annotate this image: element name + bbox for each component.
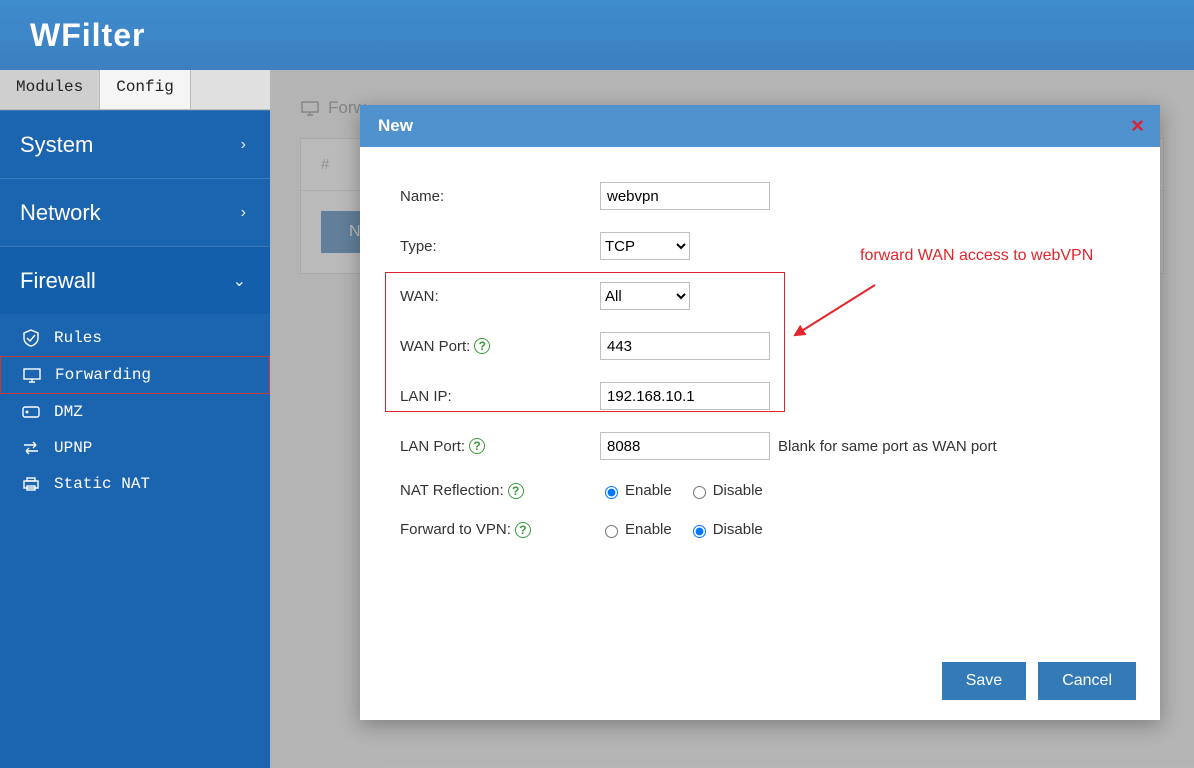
- modal-footer: Save Cancel: [360, 642, 1160, 720]
- help-icon[interactable]: ?: [508, 483, 524, 499]
- server-icon: [20, 403, 42, 421]
- modal-header: New ×: [360, 105, 1160, 147]
- sidebar-item-label: Rules: [54, 329, 102, 347]
- sidebar-item-static-nat[interactable]: Static NAT: [0, 466, 270, 502]
- radio-label: Enable: [625, 521, 672, 538]
- printer-icon: [20, 475, 42, 493]
- monitor-icon: [21, 366, 43, 384]
- label-text: NAT Reflection:: [400, 482, 504, 499]
- sidebar-item-rules[interactable]: Rules: [0, 320, 270, 356]
- help-icon[interactable]: ?: [474, 338, 490, 354]
- cancel-button[interactable]: Cancel: [1038, 662, 1136, 700]
- row-name: Name:: [400, 182, 1130, 210]
- row-lan-port: LAN Port: ? Blank for same port as WAN p…: [400, 432, 1130, 460]
- nav-network[interactable]: Network ›: [0, 178, 270, 246]
- nat-disable-option[interactable]: Disable: [688, 482, 763, 499]
- label-nat-reflection: NAT Reflection: ?: [400, 482, 600, 499]
- nav-system[interactable]: System ›: [0, 110, 270, 178]
- lan-ip-input[interactable]: [600, 382, 770, 410]
- type-select[interactable]: TCP: [600, 232, 690, 260]
- modal-title: New: [378, 116, 413, 136]
- row-wan-port: WAN Port: ?: [400, 332, 1130, 360]
- row-lan-ip: LAN IP:: [400, 382, 1130, 410]
- sidebar-item-label: DMZ: [54, 403, 83, 421]
- sidebar: Modules Config System › Network › Firewa…: [0, 70, 270, 768]
- nav-firewall-items: Rules Forwarding DMZ UPNP Static NAT: [0, 314, 270, 514]
- modal-body: Name: Type: TCP WAN: All WAN Port: ?: [360, 147, 1160, 642]
- sidebar-item-label: Forwarding: [55, 366, 151, 384]
- app-header: WFilter: [0, 0, 1194, 70]
- lan-port-input[interactable]: [600, 432, 770, 460]
- nat-enable-option[interactable]: Enable: [600, 482, 672, 499]
- row-nat-reflection: NAT Reflection: ? Enable Disable: [400, 482, 1130, 499]
- sidebar-item-label: UPNP: [54, 439, 92, 457]
- sidebar-item-upnp[interactable]: UPNP: [0, 430, 270, 466]
- radio-label: Disable: [713, 521, 763, 538]
- label-lan-port: LAN Port: ?: [400, 438, 600, 455]
- chevron-right-icon: ›: [241, 136, 246, 154]
- nat-disable-radio[interactable]: [693, 486, 706, 499]
- nav-firewall-label: Firewall: [20, 268, 96, 294]
- sidebar-item-dmz[interactable]: DMZ: [0, 394, 270, 430]
- row-type: Type: TCP: [400, 232, 1130, 260]
- radio-label: Enable: [625, 482, 672, 499]
- chevron-down-icon: ⌄: [233, 271, 246, 291]
- vpn-enable-radio[interactable]: [605, 525, 618, 538]
- row-wan: WAN: All: [400, 282, 1130, 310]
- chevron-right-icon: ›: [241, 204, 246, 222]
- vpn-disable-radio[interactable]: [693, 525, 706, 538]
- nav-firewall[interactable]: Firewall ⌄: [0, 246, 270, 314]
- label-wan: WAN:: [400, 288, 600, 305]
- wan-select[interactable]: All: [600, 282, 690, 310]
- save-button[interactable]: Save: [942, 662, 1026, 700]
- arrows-icon: [20, 439, 42, 457]
- tab-modules[interactable]: Modules: [0, 70, 100, 109]
- vpn-enable-option[interactable]: Enable: [600, 521, 672, 538]
- close-icon[interactable]: ×: [1131, 113, 1144, 139]
- label-text: LAN Port:: [400, 438, 465, 455]
- label-type: Type:: [400, 238, 600, 255]
- label-lan-ip: LAN IP:: [400, 388, 600, 405]
- sidebar-item-forwarding[interactable]: Forwarding: [0, 356, 270, 394]
- label-forward-vpn: Forward to VPN: ?: [400, 521, 600, 538]
- label-text: Forward to VPN:: [400, 521, 511, 538]
- tab-config[interactable]: Config: [100, 70, 191, 109]
- help-icon[interactable]: ?: [469, 438, 485, 454]
- nav-system-label: System: [20, 132, 93, 158]
- vpn-disable-option[interactable]: Disable: [688, 521, 763, 538]
- radio-label: Disable: [713, 482, 763, 499]
- shield-icon: [20, 329, 42, 347]
- nav-network-label: Network: [20, 200, 101, 226]
- row-forward-vpn: Forward to VPN: ? Enable Disable: [400, 521, 1130, 538]
- label-text: WAN Port:: [400, 338, 470, 355]
- label-name: Name:: [400, 188, 600, 205]
- sidebar-item-label: Static NAT: [54, 475, 150, 493]
- lan-port-hint: Blank for same port as WAN port: [778, 438, 997, 455]
- nat-enable-radio[interactable]: [605, 486, 618, 499]
- name-input[interactable]: [600, 182, 770, 210]
- help-icon[interactable]: ?: [515, 522, 531, 538]
- label-wan-port: WAN Port: ?: [400, 338, 600, 355]
- app-logo: WFilter: [30, 17, 145, 54]
- modal-new-forwarding: New × Name: Type: TCP WAN: All WAN Port:: [360, 105, 1160, 720]
- sidebar-tabs: Modules Config: [0, 70, 270, 110]
- wan-port-input[interactable]: [600, 332, 770, 360]
